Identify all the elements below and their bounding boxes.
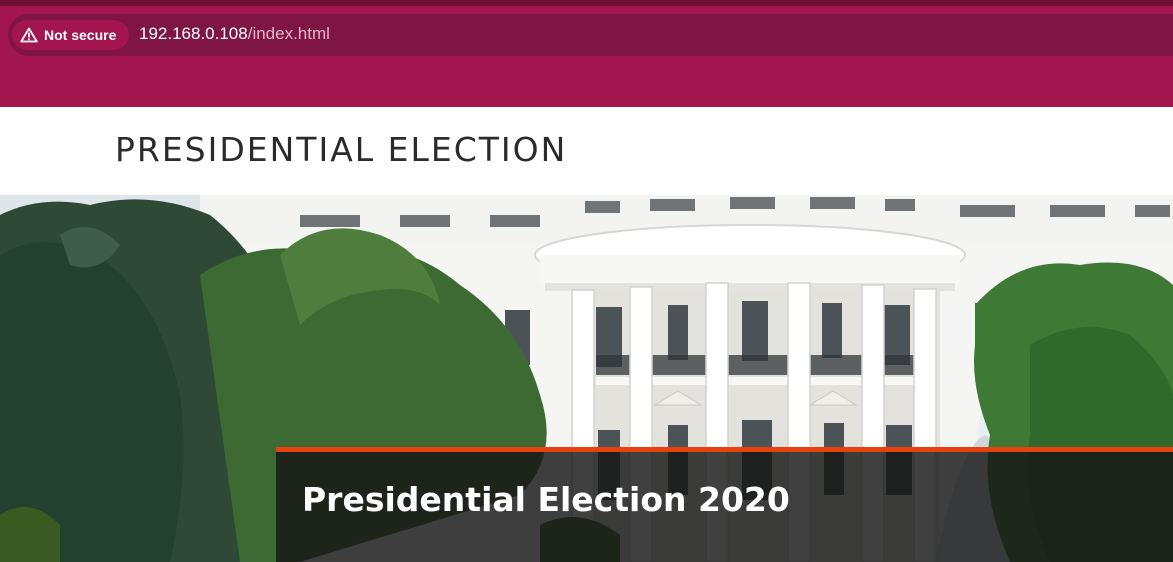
url-field[interactable]: 192.168.0.108/index.html [139, 24, 330, 44]
hero-caption: Presidential Election 2020 [276, 447, 1173, 562]
site-title-link[interactable]: PRESIDENTIAL ELECTION [115, 130, 567, 169]
url-path: /index.html [247, 24, 330, 43]
hero-caption-title: Presidential Election 2020 [302, 480, 790, 519]
site-header: PRESIDENTIAL ELECTION [0, 107, 1173, 195]
url-host: 192.168.0.108 [139, 24, 248, 43]
hero-banner: Presidential Election 2020 [0, 195, 1173, 562]
security-indicator-button[interactable]: Not secure [12, 20, 129, 50]
tab-strip [0, 0, 1173, 6]
warning-triangle-icon [20, 27, 38, 43]
security-label: Not secure [44, 27, 117, 43]
browser-chrome: Not secure 192.168.0.108/index.html [0, 0, 1173, 107]
